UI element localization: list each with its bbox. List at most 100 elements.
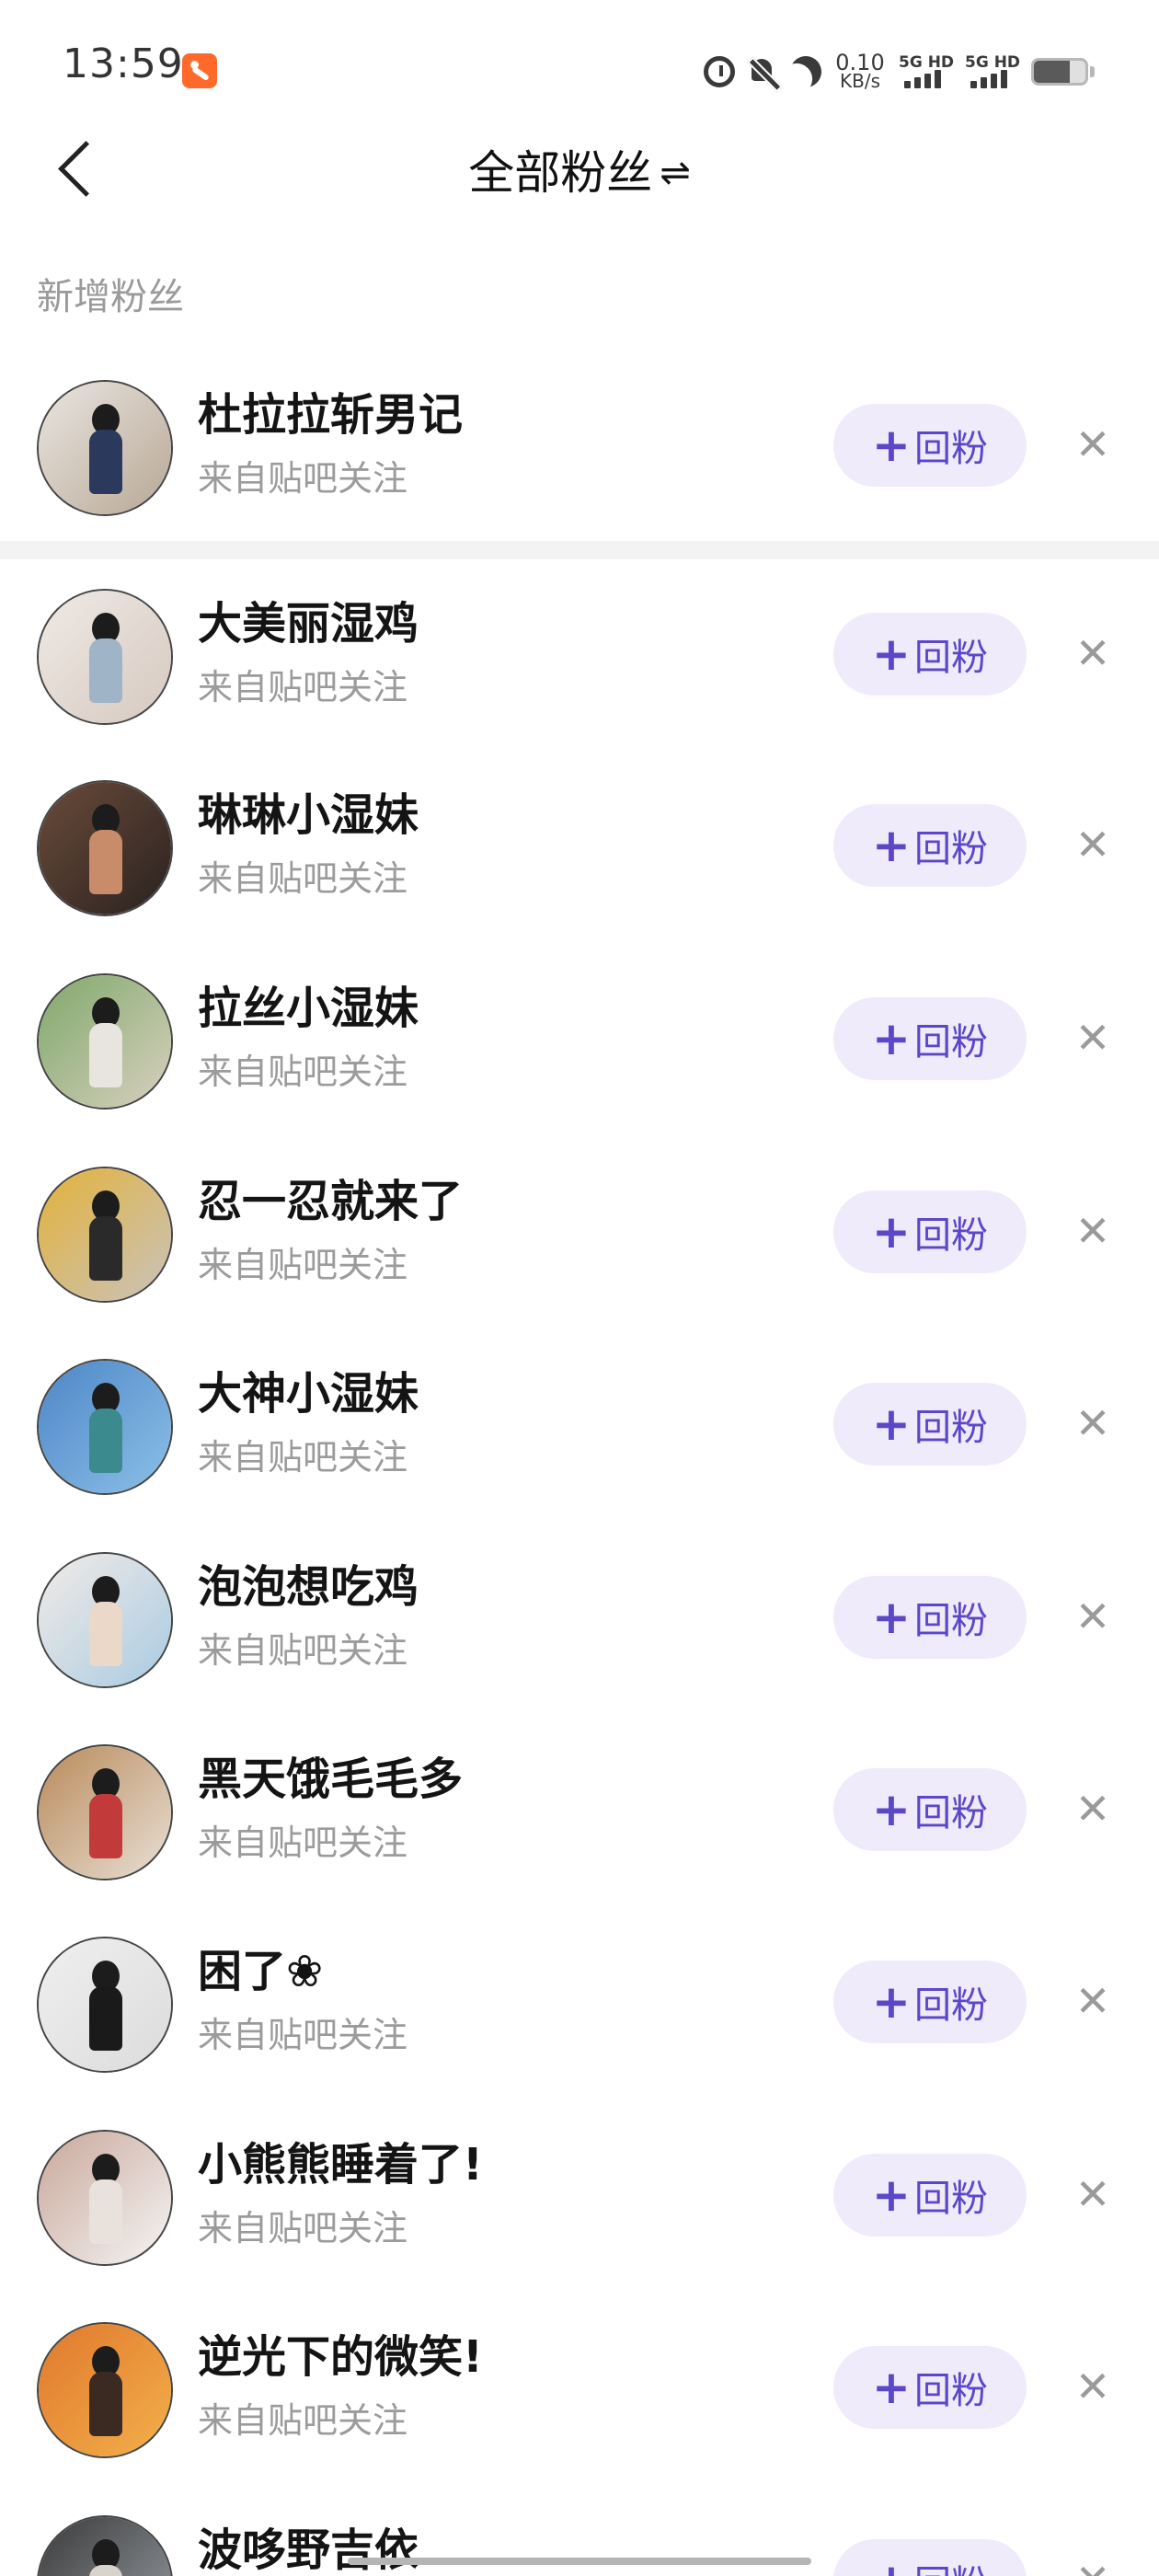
bell-off-icon — [746, 55, 779, 88]
dismiss-button[interactable]: ✕ — [1067, 1975, 1119, 2027]
plus-icon: + — [872, 2361, 911, 2414]
divider — [0, 541, 1159, 559]
plus-icon: + — [872, 1205, 911, 1259]
close-icon: ✕ — [1074, 1398, 1111, 1448]
avatar[interactable] — [37, 1167, 173, 1303]
close-icon: ✕ — [1074, 2362, 1111, 2411]
fan-source: 来自贴吧关注 — [198, 1823, 408, 1863]
follow-back-button[interactable]: +回粉 — [833, 2539, 1027, 2576]
dismiss-button[interactable]: ✕ — [1067, 2554, 1119, 2576]
fan-row[interactable]: 拉丝小湿妹来自贴吧关注 + 回粉 ✕ — [0, 946, 1159, 1130]
plus-icon: + — [872, 1783, 911, 1836]
battery-fill — [1034, 61, 1071, 83]
follow-back-button[interactable]: +回粉 — [833, 404, 1027, 487]
plus-icon: + — [872, 1397, 911, 1451]
avatar[interactable] — [37, 2515, 173, 2576]
follow-back-button[interactable]: +回粉 — [833, 1768, 1027, 1851]
fan-row[interactable]: 黑天饿毛毛多来自贴吧关注 + 回粉 ✕ — [0, 1717, 1159, 1901]
avatar[interactable] — [37, 589, 173, 725]
fan-source: 来自贴吧关注 — [198, 1052, 408, 1092]
fan-source: 来自贴吧关注 — [198, 667, 408, 707]
avatar[interactable] — [37, 1359, 173, 1495]
dismiss-button[interactable]: ✕ — [1067, 1397, 1119, 1449]
follow-back-button[interactable]: +回粉 — [833, 2346, 1027, 2429]
dismiss-button[interactable]: ✕ — [1067, 1783, 1119, 1834]
follow-back-label: 回粉 — [913, 637, 988, 679]
home-indicator[interactable] — [348, 2558, 811, 2565]
plus-icon: + — [872, 2168, 911, 2222]
avatar[interactable] — [37, 973, 173, 1110]
follow-back-button[interactable]: +回粉 — [833, 804, 1027, 887]
net-speed-value: 0.10 — [835, 50, 885, 75]
follow-back-label: 回粉 — [913, 2370, 988, 2412]
avatar[interactable] — [37, 1552, 173, 1688]
fan-name: 逆光下的微笑! — [198, 2331, 483, 2383]
avatar[interactable] — [37, 780, 173, 916]
dismiss-button[interactable]: ✕ — [1067, 1205, 1119, 1257]
page-title-switcher[interactable]: 全部粉丝 ⇌ — [0, 136, 1159, 202]
follow-back-label: 回粉 — [914, 2554, 988, 2576]
fan-name: 拉丝小湿妹 — [198, 983, 419, 1034]
follow-back-label: 回粉 — [913, 1792, 988, 1834]
fan-source: 来自贴吧关注 — [198, 1245, 408, 1285]
dismiss-button[interactable]: ✕ — [1067, 2168, 1119, 2220]
fan-row[interactable]: 琳琳小湿妹 来自贴吧关注 + 回粉 ✕ — [0, 753, 1159, 937]
fan-source: 来自贴吧关注 — [198, 2400, 408, 2441]
dismiss-button[interactable]: ✕ — [1067, 627, 1119, 679]
fan-name: 黑天饿毛毛多 — [198, 1754, 464, 1805]
close-icon: ✕ — [1074, 628, 1111, 678]
fan-name: 琳琳小湿妹 — [198, 789, 419, 841]
dismiss-button[interactable]: ✕ — [1067, 1012, 1119, 1064]
fan-name: 大神小湿妹 — [198, 1368, 419, 1420]
fan-source: 来自贴吧关注 — [198, 2015, 408, 2055]
avatar[interactable] — [37, 380, 173, 516]
follow-back-button[interactable]: +回粉 — [833, 997, 1027, 1080]
fan-row[interactable]: 杜拉拉斩男记 来自贴吧关注 + 回粉 ✕ — [0, 352, 1159, 536]
follow-back-label: 回粉 — [913, 428, 988, 470]
follow-back-button[interactable]: +回粉 — [833, 2154, 1027, 2237]
dismiss-button[interactable]: ✕ — [1067, 2361, 1119, 2412]
page-title: 全部粉丝 — [468, 146, 653, 200]
fan-name: 波哆野吉依 — [198, 2524, 419, 2576]
avatar[interactable] — [37, 1744, 173, 1880]
signal-icon: 5G HD — [899, 53, 954, 90]
fan-row[interactable]: 小熊熊睡着了! 来自贴吧关注 + 回粉 ✕ — [0, 2102, 1159, 2286]
follow-back-button[interactable]: +回粉 — [833, 613, 1027, 696]
nav-bar: 全部粉丝 ⇌ — [0, 120, 1159, 212]
dismiss-button[interactable]: ✕ — [1067, 819, 1119, 870]
fan-row[interactable]: 大神小湿妹 来自贴吧关注 + 回粉 ✕ — [0, 1331, 1159, 1515]
follow-back-label: 回粉 — [913, 1021, 988, 1064]
follow-back-button[interactable]: +回粉 — [833, 1383, 1027, 1466]
follow-back-button[interactable]: +回粉 — [833, 1576, 1027, 1659]
follow-back-button[interactable]: +回粉 — [833, 1961, 1027, 2043]
plus-icon: + — [872, 627, 911, 681]
dismiss-button[interactable]: ✕ — [1067, 419, 1119, 470]
fan-row[interactable]: 忍一忍就来了 来自贴吧关注 + 回粉 ✕ — [0, 1139, 1159, 1323]
fan-source: 来自贴吧关注 — [198, 458, 408, 499]
avatar[interactable] — [37, 1937, 173, 2073]
avatar[interactable] — [37, 2322, 173, 2458]
fan-source: 来自贴吧关注 — [198, 2208, 408, 2248]
follow-back-label: 回粉 — [913, 1600, 988, 1642]
status-bar: 13:59 0.10 KB/s 5G HD 5G HD — [0, 0, 1159, 138]
sim2-label: 5G HD — [965, 53, 1021, 72]
close-icon: ✕ — [1074, 1976, 1111, 2026]
avatar[interactable] — [37, 2130, 173, 2266]
fan-name: 困了❀ — [198, 1946, 324, 1997]
fan-row[interactable]: 逆光下的微笑! 来自贴吧关注 + 回粉 ✕ — [0, 2294, 1159, 2478]
follow-back-label: 回粉 — [913, 1214, 988, 1257]
fan-row[interactable]: 困了❀ 来自贴吧关注 + 回粉 ✕ — [0, 1909, 1159, 2093]
fan-name: 小熊熊睡着了! — [198, 2139, 483, 2191]
fan-source: 来自贴吧关注 — [198, 1630, 408, 1671]
plus-icon: + — [872, 1012, 911, 1065]
fan-row[interactable]: 泡泡想吃鸡 来自贴吧关注 + 回粉 ✕ — [0, 1524, 1159, 1708]
follow-back-button[interactable]: +回粉 — [833, 1190, 1027, 1273]
follow-back-label: 回粉 — [913, 1984, 988, 2027]
close-icon: ✕ — [1074, 1206, 1111, 1256]
fan-row[interactable]: 大美丽湿鸡 来自贴吧关注 + 回粉 ✕ — [0, 561, 1159, 745]
follow-back-label: 回粉 — [913, 1407, 988, 1449]
net-speed-unit: KB/s — [840, 70, 880, 92]
close-icon: ✕ — [1075, 2555, 1111, 2576]
dismiss-button[interactable]: ✕ — [1067, 1591, 1119, 1642]
plus-icon: + — [872, 1975, 911, 2029]
